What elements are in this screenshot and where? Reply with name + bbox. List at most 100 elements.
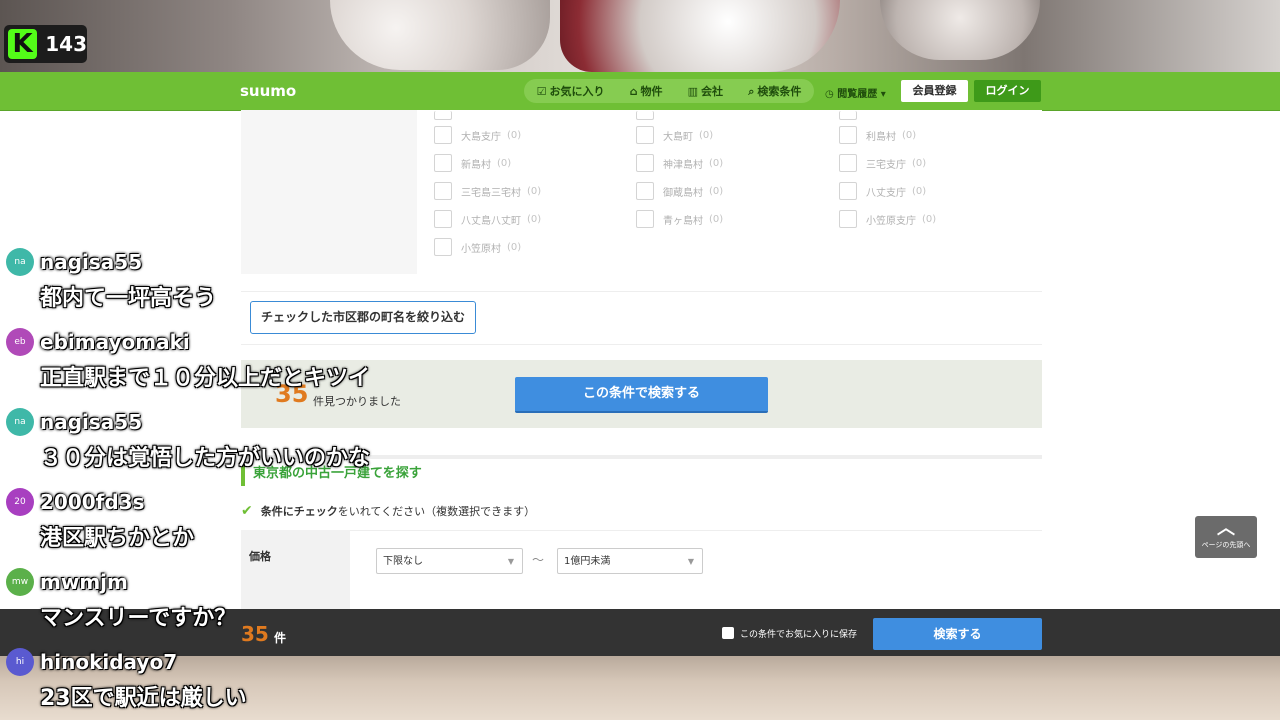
nav-properties[interactable]: ⌂ 物件 [630,83,663,99]
area-count: (0) [912,157,927,169]
checkbox[interactable] [839,154,857,172]
checkbox[interactable] [636,110,654,120]
building-icon: ▥ [687,85,699,98]
area-checkbox[interactable]: 神津島村 (0) [636,154,723,172]
area-name: 小笠原村 [461,243,501,255]
clock-icon: ◷ [825,89,838,100]
area-checkbox[interactable]: 青ヶ島村 (0) [636,210,723,228]
chevron-down-icon: ▼ [507,557,514,566]
video-fur [330,0,550,70]
area-checkbox[interactable]: 御蔵島村 (0) [636,182,723,200]
register-button[interactable]: 会員登録 [901,80,968,102]
area-name: 八丈島八丈町 [461,215,521,227]
area-checkbox[interactable]: 八丈島八丈町 (0) [434,210,541,228]
result-suffix: 件見つかりました [313,395,401,408]
area-checkbox[interactable]: 大島支庁 (0) [434,126,521,144]
area-count: (0) [709,185,724,197]
check-note-bold: 条件にチェック [260,505,338,518]
checkbox[interactable] [839,182,857,200]
scroll-to-top-button[interactable]: ︿ ページの先頭へ [1195,516,1257,558]
area-count: (0) [699,129,714,141]
login-button[interactable]: ログイン [974,80,1041,102]
avatar: na [6,408,34,436]
area-checkbox-partial[interactable] [839,106,866,124]
area-checkbox[interactable]: 八丈支庁 (0) [839,182,926,200]
chat-text: 港区駅ちかとか [40,526,195,551]
area-checkbox[interactable]: 三宅島三宅村 (0) [434,182,541,200]
checkbox[interactable] [839,110,857,120]
nav-saved-search[interactable]: ⌕ 検索条件 [748,83,801,99]
area-checkbox-partial[interactable] [636,106,663,124]
checkbox[interactable] [434,110,452,120]
checkbox[interactable] [636,210,654,228]
checkbox[interactable] [434,182,452,200]
area-checkbox[interactable]: 大島町 (0) [636,126,713,144]
nav-favorites[interactable]: ☑ お気に入り [537,83,605,99]
area-count: (0) [709,157,724,169]
nav-companies[interactable]: ▥ 会社 [688,83,723,99]
chat-message: eb ebimayomaki 正直駅まで１０分以上だとキツイ [6,328,370,391]
chevron-down-icon: ▾ [877,89,886,100]
checkbox[interactable] [434,154,452,172]
sticky-result-count: 35 [241,622,269,646]
check-box-icon: ☑ [536,85,547,98]
area-name: 御蔵島村 [663,187,703,199]
chat-username: hinokidayo7 [40,650,178,674]
area-count: (0) [912,185,927,197]
avatar: hi [6,648,34,676]
chat-text: 都内て一坪高そう [40,286,217,311]
area-checkbox[interactable]: 新島村 (0) [434,154,511,172]
select-value: 1億円未満 [564,556,611,567]
avatar: eb [6,328,34,356]
check-note-rest: をいれてください（複数選択できます） [337,505,536,518]
chevron-down-icon: ▼ [687,557,694,566]
area-name: 八丈支庁 [866,187,906,199]
chat-username: nagisa55 [40,250,143,274]
filter-town-button[interactable]: チェックした市区郡の町名を絞り込む [250,301,476,334]
select-value: 下限なし [383,556,423,567]
price-label: 価格 [241,530,350,610]
price-min-select[interactable]: 下限なし ▼ [376,548,523,574]
area-count: (0) [709,213,724,225]
area-count: (0) [922,213,937,225]
sticky-search-button[interactable]: 検索する [873,618,1042,650]
price-max-select[interactable]: 1億円未満 ▼ [557,548,703,574]
avatar: 20 [6,488,34,516]
checkbox[interactable] [636,154,654,172]
area-count: (0) [902,129,917,141]
history-menu[interactable]: ◷ 閲覧履歴 ▾ [825,85,886,100]
checkbox[interactable] [839,126,857,144]
area-name: 新島村 [461,159,491,171]
checkbox[interactable] [839,210,857,228]
avatar: na [6,248,34,276]
scroll-top-label: ページの先頭へ [1201,541,1251,549]
chevron-up-icon: ︿ [1217,518,1235,539]
nav-label: 検索条件 [757,85,802,98]
save-favorite-checkbox[interactable] [722,627,734,639]
checkbox[interactable] [434,126,452,144]
chat-username: ebimayomaki [40,330,190,354]
viewer-count: 143 [45,32,87,56]
chat-message: na nagisa55 ３０分は覚悟した方がいいのかな [6,408,370,471]
checkbox[interactable] [434,210,452,228]
area-name: 利島村 [866,131,896,143]
suumo-logo[interactable]: suumo [240,82,296,100]
chat-text: 23区で駅近は厳しい [40,686,247,711]
area-checkbox[interactable]: 三宅支庁 (0) [839,154,926,172]
video-fur [560,0,840,72]
area-checkbox[interactable]: 利島村 (0) [839,126,916,144]
chat-message: mw mwmjm マンスリーですか？ [6,568,236,631]
checkbox[interactable] [434,238,452,256]
search-with-conditions-button[interactable]: この条件で検索する [515,377,768,413]
save-favorite-label[interactable]: この条件でお気に入りに保存 [740,627,857,640]
checkbox[interactable] [636,182,654,200]
area-checkbox-partial[interactable] [434,106,461,124]
checkbox[interactable] [636,126,654,144]
header-nav: ☑ お気に入り ⌂ 物件 ▥ 会社 ⌕ 検索条件 [524,79,814,103]
area-checkbox[interactable]: 小笠原支庁 (0) [839,210,936,228]
stream-video-top [0,0,1280,72]
range-tilde: 〜 [532,553,545,567]
video-fur [880,0,1040,60]
area-checkbox[interactable]: 小笠原村 (0) [434,238,521,256]
nav-label: 物件 [640,85,663,98]
